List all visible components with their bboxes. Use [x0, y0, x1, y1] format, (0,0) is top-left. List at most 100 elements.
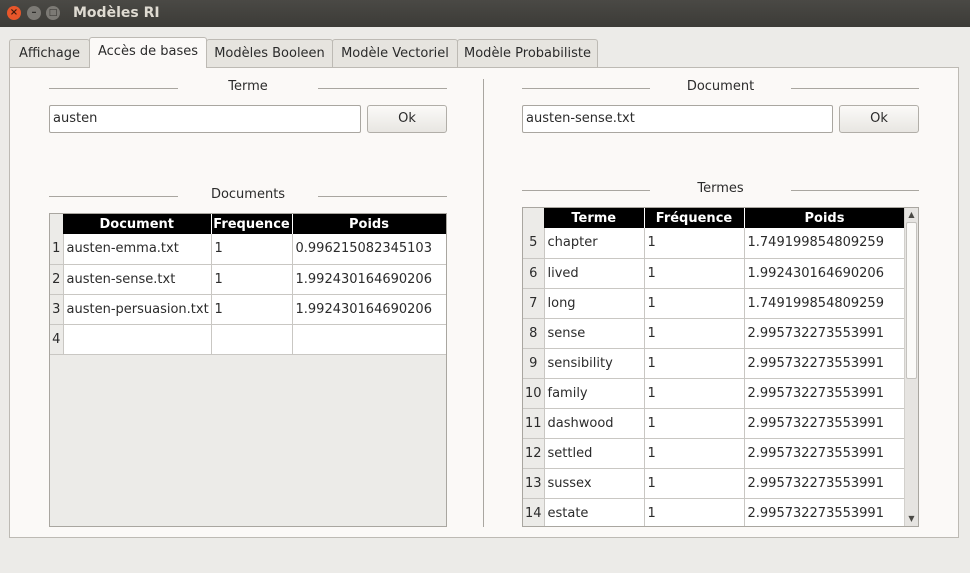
table-row: 1 austen-emma.txt 1 0.996215082345103: [50, 234, 446, 265]
window-minimize-button[interactable]: –: [27, 6, 41, 20]
row-header[interactable]: 2: [50, 264, 64, 295]
cell-poids[interactable]: 1.749199854809259: [744, 228, 906, 259]
row-header[interactable]: 10: [523, 378, 545, 409]
table-row: 5 chapter 1 1.749199854809259: [523, 228, 906, 259]
cell-terme[interactable]: lived: [544, 258, 645, 289]
cell-poids[interactable]: 2.995732273553991: [744, 468, 906, 499]
termes-table-scrollbar[interactable]: ▲ ▼: [904, 208, 918, 526]
row-header[interactable]: 13: [523, 468, 545, 499]
cell-terme[interactable]: dashwood: [544, 408, 645, 439]
tab-affichage[interactable]: Affichage: [9, 39, 90, 68]
table-row: 6 lived 1 1.992430164690206: [523, 258, 906, 289]
scroll-up-arrow-icon[interactable]: ▲: [905, 209, 918, 221]
table-row: 13 sussex 1 2.995732273553991: [523, 468, 906, 499]
table-row: 4: [50, 324, 446, 355]
cell-poids[interactable]: 2.995732273553991: [744, 318, 906, 349]
window-maximize-button[interactable]: □: [46, 6, 60, 20]
row-header[interactable]: 5: [523, 228, 545, 259]
cell-poids[interactable]: 1.992430164690206: [292, 294, 446, 325]
cell-terme[interactable]: sensibility: [544, 348, 645, 379]
cell-poids[interactable]: 2.995732273553991: [744, 498, 906, 526]
cell-poids[interactable]: 1.992430164690206: [292, 264, 446, 295]
termes-section-label: Termes: [697, 181, 744, 196]
column-header-poids[interactable]: Poids: [292, 214, 446, 234]
row-header[interactable]: 8: [523, 318, 545, 349]
cell-frequence[interactable]: 1: [211, 294, 293, 325]
column-header-terme[interactable]: Terme: [544, 208, 645, 228]
termes-section-header: Termes: [522, 181, 919, 201]
row-header[interactable]: 4: [50, 324, 64, 355]
document-section-label: Document: [686, 79, 755, 94]
terme-input[interactable]: austen: [49, 105, 361, 133]
scrollbar-thumb[interactable]: [906, 222, 917, 379]
terme-ok-button[interactable]: Ok: [367, 105, 447, 133]
tab-modele-probabiliste[interactable]: Modèle Probabiliste: [457, 39, 598, 68]
cell-document[interactable]: austen-persuasion.txt: [63, 294, 212, 325]
row-header[interactable]: 7: [523, 288, 545, 319]
cell-frequence[interactable]: 1: [644, 468, 745, 499]
cell-poids[interactable]: 2.995732273553991: [744, 408, 906, 439]
cell-document[interactable]: [63, 324, 212, 355]
cell-frequence[interactable]: 1: [644, 378, 745, 409]
documents-section-header: Documents: [49, 187, 447, 207]
table-row: 9 sensibility 1 2.995732273553991: [523, 348, 906, 379]
documents-table: Document Frequence Poids 1 austen-emma.t…: [49, 213, 447, 527]
cell-poids[interactable]: 2.995732273553991: [744, 378, 906, 409]
cell-frequence[interactable]: 1: [644, 438, 745, 469]
document-input[interactable]: austen-sense.txt: [522, 105, 833, 133]
row-header[interactable]: 11: [523, 408, 545, 439]
tab-modeles-booleen[interactable]: Modèles Booleen: [206, 39, 333, 68]
cell-terme[interactable]: chapter: [544, 228, 645, 259]
table-corner: [523, 208, 544, 228]
document-ok-button[interactable]: Ok: [839, 105, 919, 133]
terme-section-label: Terme: [228, 79, 268, 94]
cell-frequence[interactable]: 1: [644, 348, 745, 379]
cell-terme[interactable]: family: [544, 378, 645, 409]
column-header-frequence[interactable]: Frequence: [211, 214, 293, 234]
row-header[interactable]: 9: [523, 348, 545, 379]
table-row: 12 settled 1 2.995732273553991: [523, 438, 906, 469]
window-title: Modèles RI: [73, 5, 160, 21]
table-row: 3 austen-persuasion.txt 1 1.992430164690…: [50, 294, 446, 325]
cell-document[interactable]: austen-emma.txt: [63, 234, 212, 265]
row-header[interactable]: 12: [523, 438, 545, 469]
cell-frequence[interactable]: 1: [644, 258, 745, 289]
tab-acces-de-bases[interactable]: Accès de bases: [89, 37, 207, 68]
table-row: 11 dashwood 1 2.995732273553991: [523, 408, 906, 439]
cell-poids[interactable]: [292, 324, 446, 355]
cell-poids[interactable]: 2.995732273553991: [744, 438, 906, 469]
vertical-divider: [483, 79, 484, 527]
cell-frequence[interactable]: 1: [211, 264, 293, 295]
column-header-document[interactable]: Document: [63, 214, 212, 234]
row-header[interactable]: 6: [523, 258, 545, 289]
cell-terme[interactable]: estate: [544, 498, 645, 526]
column-header-frequence[interactable]: Fréquence: [644, 208, 745, 228]
row-header[interactable]: 3: [50, 294, 64, 325]
cell-frequence[interactable]: 1: [644, 498, 745, 526]
termes-table: Terme Fréquence Poids 5 chapter 1 1.7491998…: [522, 207, 919, 527]
cell-terme[interactable]: sense: [544, 318, 645, 349]
cell-poids[interactable]: 2.995732273553991: [744, 348, 906, 379]
cell-frequence[interactable]: 1: [644, 408, 745, 439]
cell-frequence[interactable]: 1: [644, 228, 745, 259]
cell-terme[interactable]: settled: [544, 438, 645, 469]
column-header-poids[interactable]: Poids: [744, 208, 906, 228]
row-header[interactable]: 14: [523, 498, 545, 526]
cell-terme[interactable]: sussex: [544, 468, 645, 499]
cell-poids[interactable]: 1.749199854809259: [744, 288, 906, 319]
window-titlebar: × – □ Modèles RI: [0, 0, 970, 27]
cell-poids[interactable]: 0.996215082345103: [292, 234, 446, 265]
tab-modele-vectoriel[interactable]: Modèle Vectoriel: [332, 39, 458, 68]
cell-poids[interactable]: 1.992430164690206: [744, 258, 906, 289]
cell-frequence[interactable]: 1: [211, 234, 293, 265]
window-close-button[interactable]: ×: [7, 6, 21, 20]
cell-terme[interactable]: long: [544, 288, 645, 319]
cell-frequence[interactable]: [211, 324, 293, 355]
document-section-header: Document: [522, 79, 919, 99]
scroll-down-arrow-icon[interactable]: ▼: [905, 513, 918, 525]
cell-document[interactable]: austen-sense.txt: [63, 264, 212, 295]
cell-frequence[interactable]: 1: [644, 318, 745, 349]
row-header[interactable]: 1: [50, 234, 64, 265]
table-row: 2 austen-sense.txt 1 1.992430164690206: [50, 264, 446, 295]
cell-frequence[interactable]: 1: [644, 288, 745, 319]
